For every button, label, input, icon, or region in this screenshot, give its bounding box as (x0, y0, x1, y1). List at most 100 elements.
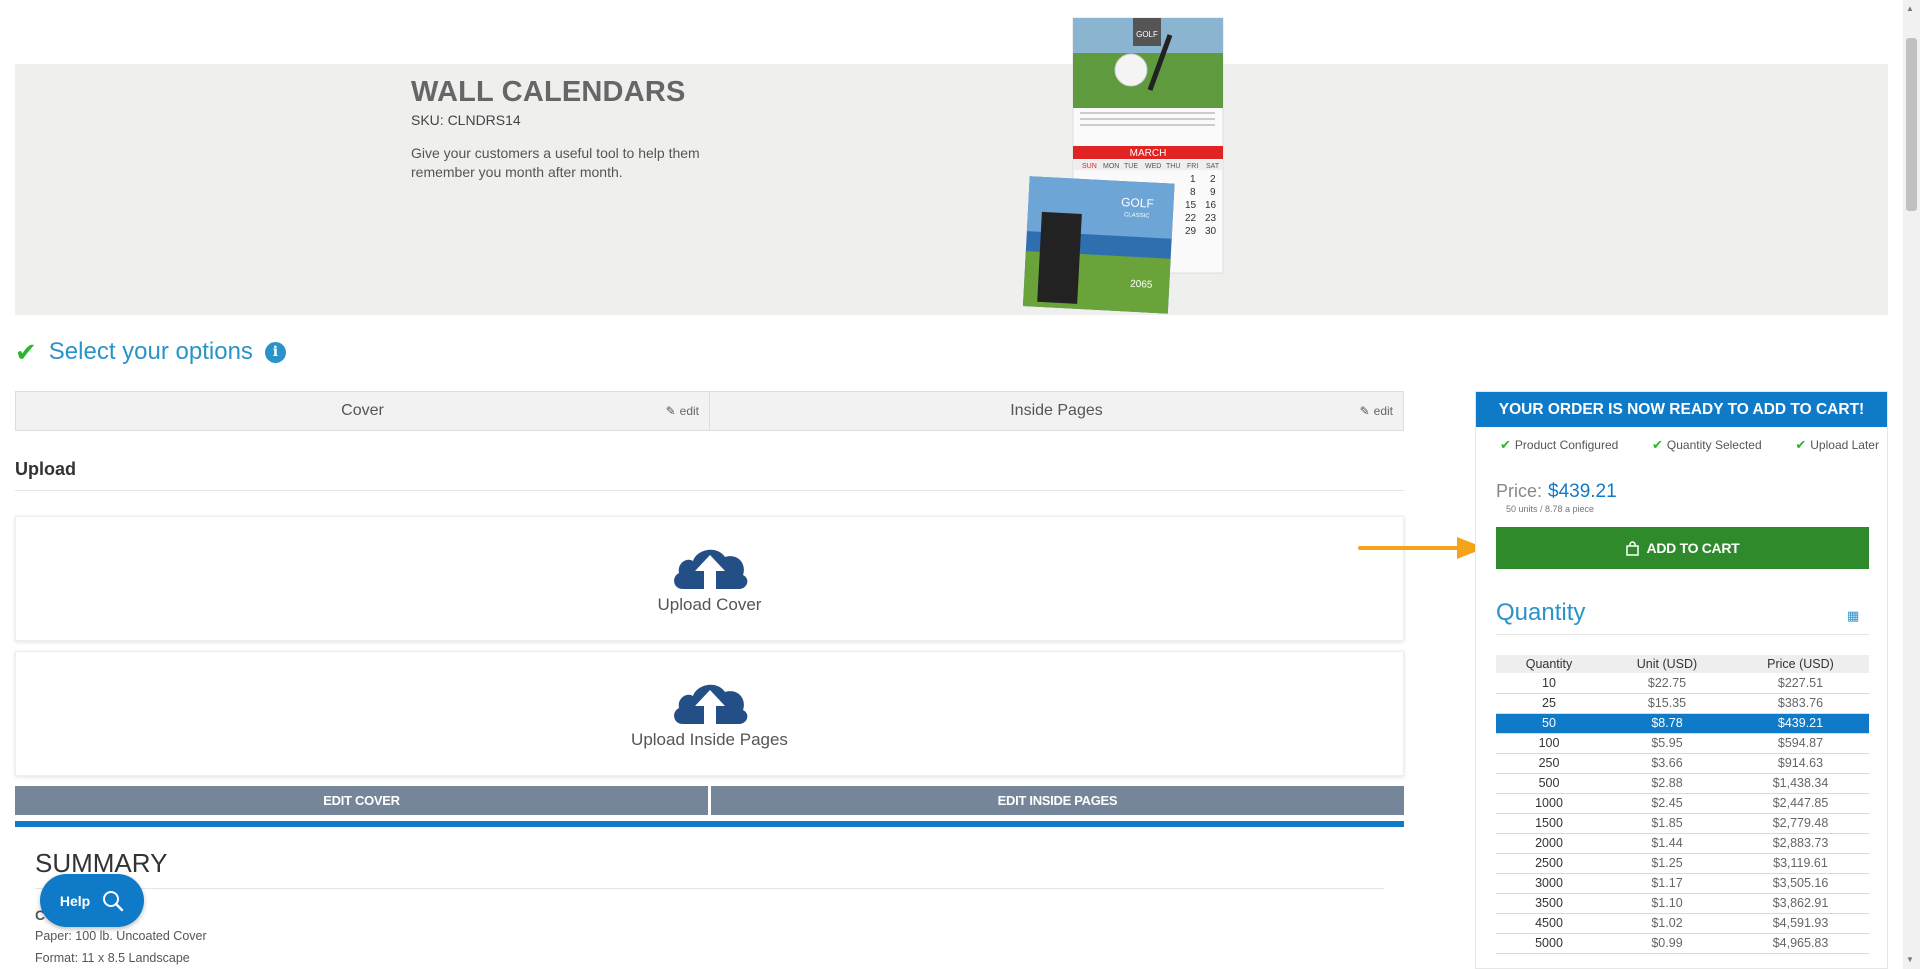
quantity-row[interactable]: 250 $3.66 $914.63 (1496, 753, 1869, 774)
column-header-quantity: Quantity (1496, 655, 1602, 673)
calendar-date: 22 (1185, 213, 1197, 224)
section-bar (15, 821, 1404, 827)
pencil-icon: ✎ (665, 404, 676, 418)
status-label: Upload Later (1810, 438, 1879, 452)
pencil-icon: ✎ (1359, 404, 1370, 418)
order-panel: YOUR ORDER IS NOW READY TO ADD TO CART! … (1475, 391, 1888, 969)
calendar-day-sun: SUN (1082, 163, 1097, 170)
quantity-cell: 1500 (1496, 813, 1602, 834)
divider (35, 888, 1384, 889)
total-price-cell: $3,862.91 (1732, 893, 1869, 914)
unit-price-cell: $2.88 (1602, 773, 1732, 794)
divider (1496, 634, 1869, 635)
total-price-cell: $3,505.16 (1732, 873, 1869, 894)
check-icon: ✔ (15, 337, 37, 367)
quantity-row[interactable]: 100 $5.95 $594.87 (1496, 733, 1869, 754)
quantity-cell: 3500 (1496, 893, 1602, 914)
quantity-row[interactable]: 10 $22.75 $227.51 (1496, 673, 1869, 694)
column-header-price: Price (USD) (1732, 655, 1869, 673)
edit-cover-label: edit (679, 404, 699, 418)
total-price-cell: $1,438.34 (1732, 773, 1869, 794)
edit-cover-button[interactable]: EDIT COVER (15, 786, 708, 815)
total-price-cell: $2,447.85 (1732, 793, 1869, 814)
unit-price-cell: $1.17 (1602, 873, 1732, 894)
upload-inside-box[interactable]: Upload Inside Pages (15, 651, 1404, 776)
edit-inside-link[interactable]: ✎ edit (1360, 404, 1393, 418)
quantity-row[interactable]: 3500 $1.10 $3,862.91 (1496, 893, 1869, 914)
options-heading: ✔ Select your options i (15, 338, 286, 366)
edit-inside-label: edit (1373, 404, 1393, 418)
unit-price-cell: $1.02 (1602, 913, 1732, 934)
quantity-cell: 50 (1496, 713, 1602, 734)
edit-cover-link[interactable]: ✎ edit (666, 404, 699, 418)
product-hero (15, 64, 1888, 315)
table-header-row: Quantity Unit (USD) Price (USD) (1496, 655, 1869, 673)
quantity-row[interactable]: 50 $8.78 $439.21 (1496, 713, 1869, 734)
upload-cover-box[interactable]: Upload Cover (15, 516, 1404, 641)
calendar-date: 15 (1185, 200, 1197, 211)
total-price-cell: $3,119.61 (1732, 853, 1869, 874)
status-upload-later: ✔ Upload Later (1795, 437, 1879, 453)
unit-price-cell: $5.95 (1602, 733, 1732, 754)
quantity-row[interactable]: 500 $2.88 $1,438.34 (1496, 773, 1869, 794)
total-price-cell: $227.51 (1732, 673, 1869, 694)
upload-cover-label: Upload Cover (657, 594, 762, 614)
column-header-unit: Unit (USD) (1602, 655, 1732, 673)
quantity-row[interactable]: 4500 $1.02 $4,591.93 (1496, 913, 1869, 934)
quantity-row[interactable]: 5000 $0.99 $4,965.83 (1496, 933, 1869, 954)
quantity-row[interactable]: 2500 $1.25 $3,119.61 (1496, 853, 1869, 874)
unit-price-cell: $3.66 (1602, 753, 1732, 774)
summary-line: Paper: 100 lb. Uncoated Cover (35, 929, 207, 943)
quantity-row[interactable]: 3000 $1.17 $3,505.16 (1496, 873, 1869, 894)
tab-cover-label: Cover (341, 402, 384, 419)
price-label: Price: (1496, 481, 1543, 501)
quantity-row[interactable]: 25 $15.35 $383.76 (1496, 693, 1869, 714)
calendar-day-tue: TUE (1124, 163, 1138, 170)
tab-inside-pages-label: Inside Pages (1010, 402, 1103, 419)
quantity-row[interactable]: 2000 $1.44 $2,883.73 (1496, 833, 1869, 854)
page: WALL CALENDARS SKU: CLNDRS14 Give your c… (0, 0, 1920, 969)
info-icon[interactable]: i (264, 341, 286, 363)
cover-brand-text: GOLF (1121, 195, 1154, 211)
quantity-row[interactable]: 1000 $2.45 $2,447.85 (1496, 793, 1869, 814)
calendar-day-thu: THU (1166, 163, 1180, 170)
help-button[interactable]: Help (40, 874, 144, 927)
total-price-cell: $4,965.83 (1732, 933, 1869, 954)
calendar-date: 9 (1210, 187, 1216, 198)
grid-icon[interactable]: ▦ (1847, 608, 1859, 624)
scroll-down-icon[interactable]: ▼ (1906, 955, 1914, 964)
quantity-cell: 10 (1496, 673, 1602, 694)
arrow-icon (1358, 537, 1485, 559)
check-icon: ✔ (1652, 437, 1663, 452)
product-description: Give your customers a useful tool to hel… (411, 145, 700, 180)
order-status-row: ✔ Product Configured ✔ Quantity Selected… (1476, 437, 1887, 453)
tab-inside-pages[interactable]: Inside Pages ✎ edit (710, 392, 1403, 430)
add-to-cart-button[interactable]: ADD TO CART (1496, 527, 1869, 569)
quantity-row[interactable]: 1500 $1.85 $2,779.48 (1496, 813, 1869, 834)
total-price-cell: $594.87 (1732, 733, 1869, 754)
calendar-date: 1 (1190, 174, 1196, 185)
cloud-upload-icon (673, 684, 747, 724)
price-value: $439.21 (1548, 481, 1617, 502)
scroll-up-icon[interactable]: ▲ (1906, 4, 1914, 13)
options-title: Select your options (48, 338, 253, 365)
cover-year: 2065 (1130, 279, 1153, 291)
scrollbar-thumb[interactable] (1906, 38, 1917, 211)
unit-price-cell: $1.25 (1602, 853, 1732, 874)
quantity-price-table: Quantity Unit (USD) Price (USD) 10 $22.75… (1496, 655, 1869, 954)
total-price-cell: $439.21 (1732, 713, 1869, 734)
quantity-cell: 25 (1496, 693, 1602, 714)
unit-price-cell: $15.35 (1602, 693, 1732, 714)
tab-cover[interactable]: Cover ✎ edit (16, 392, 710, 430)
calendar-product-image: GOLF MARCH SUN MON TUE WED THU FRI SAT 1… (1022, 17, 1224, 314)
unit-price-cell: $1.85 (1602, 813, 1732, 834)
total-price-cell: $914.63 (1732, 753, 1869, 774)
check-icon: ✔ (1500, 437, 1511, 452)
price-row: Price: $439.21 (1496, 481, 1617, 503)
edit-inside-pages-button[interactable]: EDIT INSIDE PAGES (711, 786, 1404, 815)
calendar-date: 8 (1190, 187, 1196, 198)
total-price-cell: $383.76 (1732, 693, 1869, 714)
quantity-cell: 500 (1496, 773, 1602, 794)
total-price-cell: $2,779.48 (1732, 813, 1869, 834)
unit-price-cell: $2.45 (1602, 793, 1732, 814)
